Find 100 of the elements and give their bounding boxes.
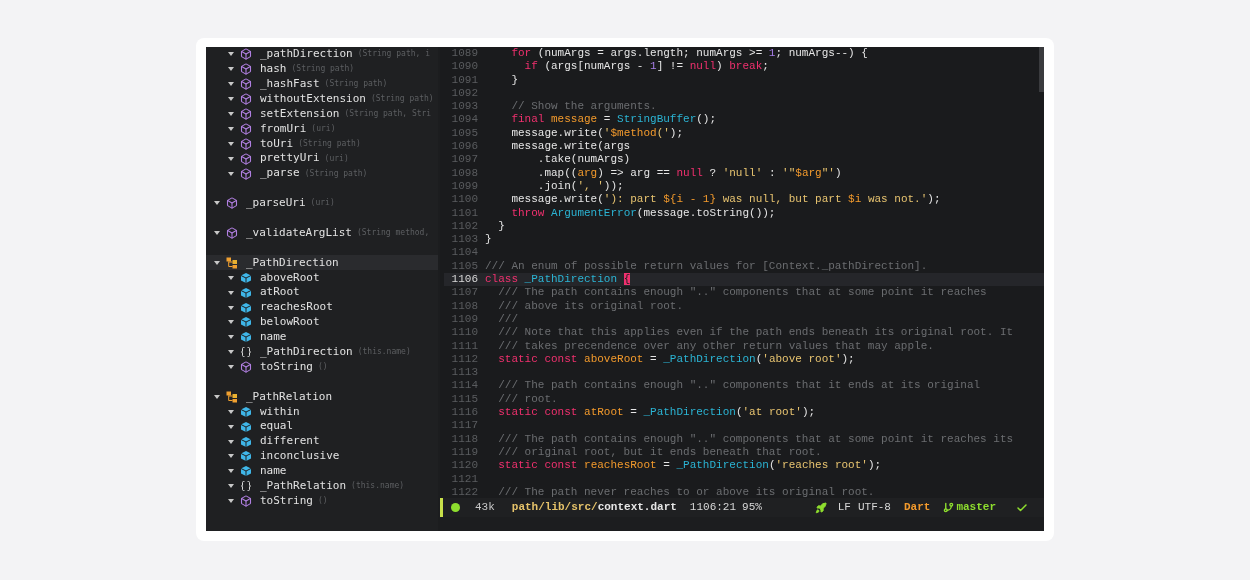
line-number: 1110 (450, 326, 478, 340)
line-number: 1094 (450, 113, 478, 127)
expanded-triangle-icon[interactable] (214, 230, 220, 237)
symbol-name: _validateArgList (246, 224, 352, 241)
encoding[interactable]: UTF-8 (857, 499, 891, 516)
code-line: for (numArgs = args.length; numArgs >= 1; numArgs--) { (510, 47, 868, 61)
outline-item[interactable]: equal (206, 419, 438, 435)
line-number: 1122 (450, 485, 478, 498)
outline-item[interactable]: _PathRelation (206, 389, 438, 405)
line-ending[interactable]: LF (837, 499, 851, 516)
expanded-triangle-icon[interactable] (228, 364, 234, 371)
expanded-triangle-icon[interactable] (228, 66, 234, 73)
cube-outline-icon (240, 108, 252, 120)
outline-item[interactable]: toString () (206, 493, 438, 509)
expanded-triangle-icon[interactable] (214, 393, 220, 400)
symbol-name: aboveRoot (260, 269, 320, 286)
cube-icon (240, 331, 252, 344)
outline-item[interactable]: _PathDirection (this.name) (206, 344, 438, 360)
expanded-triangle-icon[interactable] (228, 51, 234, 58)
rocket-icon[interactable] (814, 501, 827, 514)
outline-item[interactable]: aboveRoot (206, 270, 438, 286)
line-number: 1100 (450, 193, 478, 207)
code-line: .join(', ')); (536, 179, 624, 194)
outline-item[interactable]: _hashFast (String path) (206, 76, 438, 92)
expanded-triangle-icon[interactable] (228, 125, 234, 132)
cube-outline-icon (240, 78, 252, 91)
line-number: 1090 (450, 60, 478, 74)
git-branch[interactable]: master (956, 499, 996, 516)
code-line: /// takes precendence over any other return values that may apple. (497, 339, 934, 353)
expanded-triangle-icon[interactable] (228, 81, 234, 88)
outline-item[interactable]: name (206, 463, 438, 479)
expanded-triangle-icon[interactable] (228, 438, 234, 445)
outline-item[interactable]: different (206, 434, 438, 450)
expanded-triangle-icon[interactable] (228, 274, 234, 281)
symbol-name: _PathDirection (246, 254, 339, 271)
expanded-triangle-icon[interactable] (228, 334, 234, 341)
expanded-triangle-icon[interactable] (228, 468, 234, 475)
expanded-triangle-icon[interactable] (228, 453, 234, 460)
outline-item[interactable]: belowRoot (206, 315, 438, 330)
line-number: 1098 (450, 166, 478, 180)
outline-item[interactable]: inconclusive (206, 449, 438, 464)
line-number: 1121 (450, 472, 478, 486)
outline-item[interactable]: within (206, 404, 438, 420)
expanded-triangle-icon[interactable] (228, 408, 234, 415)
cube-icon (240, 316, 252, 329)
code-line: /// original root, but it ends beneath that root. (497, 445, 822, 460)
symbol-params: (String path) (291, 63, 355, 76)
symbol-params: (this.name) (357, 346, 411, 359)
check-icon (1016, 501, 1028, 514)
expanded-triangle-icon[interactable] (228, 170, 234, 177)
outline-item[interactable]: name (206, 329, 438, 345)
code-line: message.write('): part ${i - 1} was null, but part $i was not.'); (510, 193, 941, 207)
cube-outline-icon (240, 93, 252, 106)
expanded-triangle-icon[interactable] (228, 349, 234, 356)
expanded-triangle-icon[interactable] (228, 304, 234, 311)
outline-item[interactable]: withoutExtension (String path) (206, 91, 438, 107)
expanded-triangle-icon[interactable] (228, 111, 234, 117)
outline-item[interactable]: atRoot (206, 285, 438, 301)
expanded-triangle-icon[interactable] (228, 289, 234, 296)
outline-item[interactable]: toUri (String path) (206, 136, 438, 152)
symbol-params: () (318, 361, 328, 374)
outline-item[interactable]: _validateArgList (String method, (206, 225, 438, 241)
symbol-params: (String path) (324, 78, 388, 91)
cube-icon (240, 450, 252, 463)
class-hierarchy-icon (226, 256, 238, 269)
line-number: 1120 (450, 459, 478, 473)
line-number: 1099 (450, 179, 478, 194)
outline-item[interactable]: reachesRoot (206, 300, 438, 316)
symbol-params: (String path) (370, 93, 434, 106)
outline-item[interactable]: _PathDirection (206, 255, 438, 271)
symbol-name: _PathDirection (260, 344, 353, 360)
expanded-triangle-icon[interactable] (228, 423, 234, 430)
outline-item[interactable]: hash (String path) (206, 61, 438, 77)
line-number: 1092 (450, 86, 478, 101)
cube-icon (240, 301, 252, 314)
scrollbar-thumb[interactable] (1039, 47, 1044, 92)
code-line: /// The path contains enough ".." components that at some point it reaches its (497, 432, 1014, 446)
expanded-triangle-icon[interactable] (228, 140, 234, 147)
code-line: /// above its original root. (497, 299, 684, 313)
expanded-triangle-icon[interactable] (214, 200, 220, 207)
code-line: } (497, 219, 505, 234)
line-number: 1091 (450, 73, 478, 87)
expanded-triangle-icon[interactable] (214, 259, 220, 266)
outline-item[interactable]: toString () (206, 359, 438, 375)
expanded-triangle-icon[interactable] (228, 96, 234, 103)
language[interactable]: Dart (904, 499, 931, 516)
line-number: 1102 (450, 219, 478, 234)
expanded-triangle-icon[interactable] (228, 319, 234, 326)
expanded-triangle-icon[interactable] (228, 498, 234, 505)
cube-outline-icon (240, 48, 252, 61)
cube-outline-icon (226, 227, 238, 240)
file-path[interactable]: path/lib/src/context.dart (511, 499, 677, 516)
symbol-name: withoutExtension (260, 90, 366, 107)
line-number: 1095 (450, 126, 478, 141)
code-line: /// (497, 312, 518, 327)
symbol-name: belowRoot (260, 314, 320, 331)
expanded-triangle-icon[interactable] (228, 483, 234, 490)
symbol-name: hash (260, 61, 287, 78)
cube-outline-icon (240, 361, 252, 374)
expanded-triangle-icon[interactable] (228, 155, 234, 162)
